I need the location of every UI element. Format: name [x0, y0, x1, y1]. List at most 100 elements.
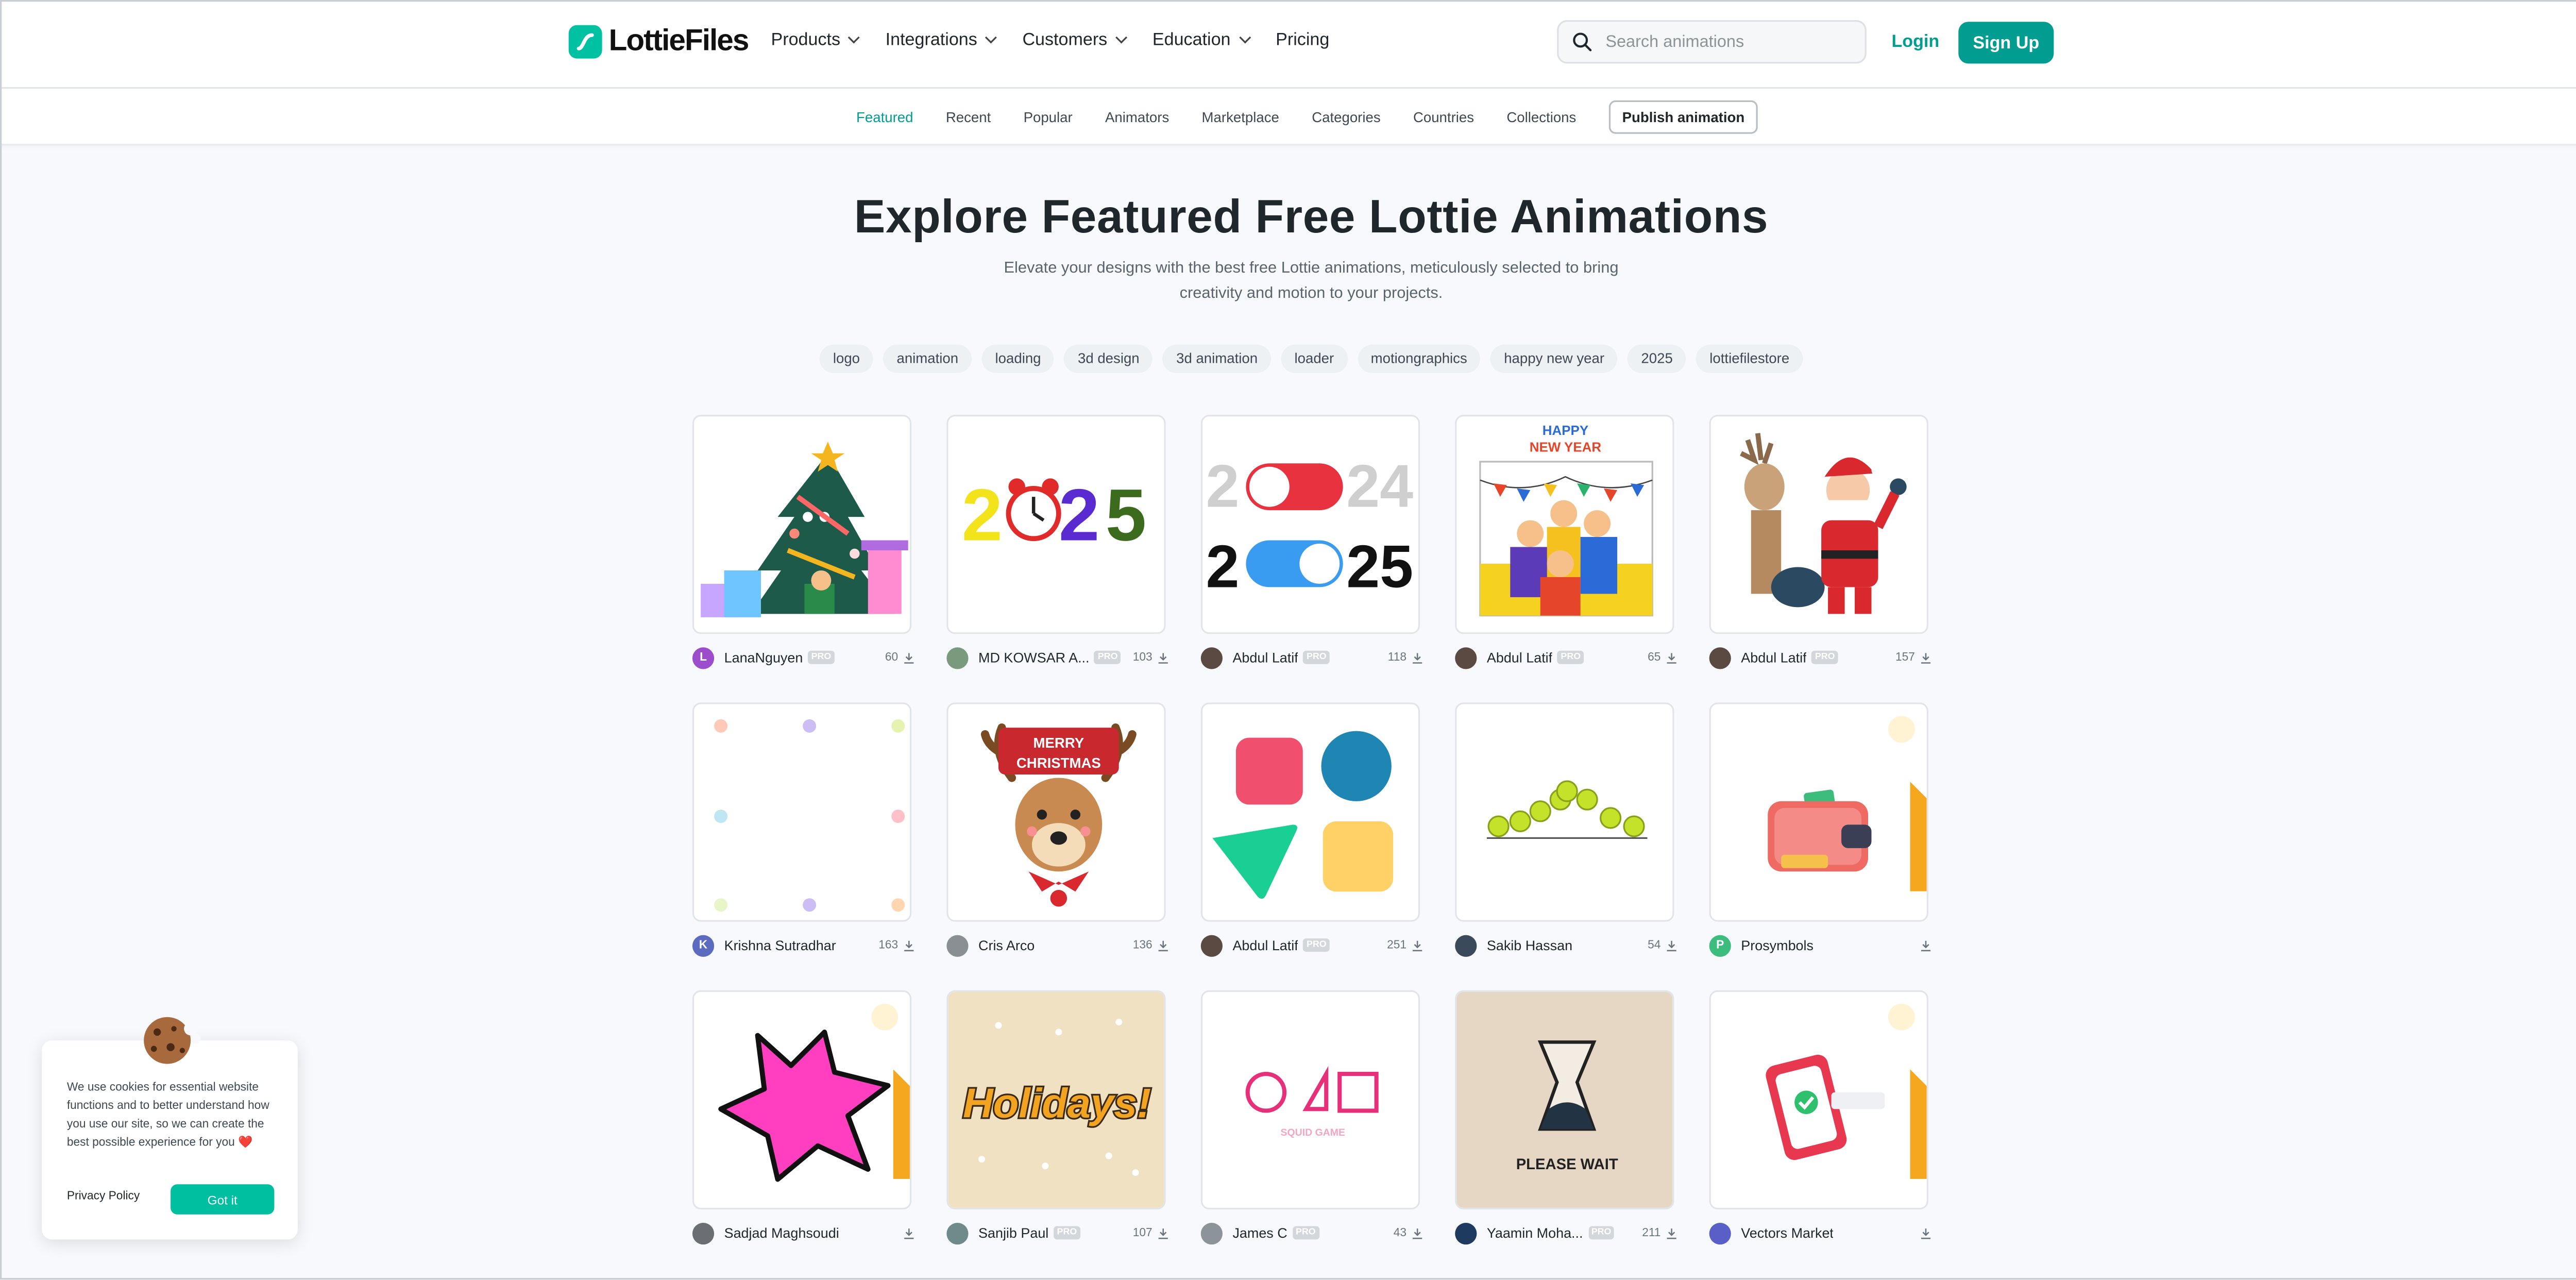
subnav-featured[interactable]: Featured: [856, 108, 913, 124]
tag-chip[interactable]: 3d animation: [1163, 344, 1272, 373]
avatar[interactable]: [1709, 1222, 1731, 1244]
animation-card-please-wait[interactable]: PLEASE WAIT: [1455, 990, 1674, 1210]
subnav-categories[interactable]: Categories: [1312, 108, 1380, 124]
avatar[interactable]: [946, 646, 969, 668]
nav-education[interactable]: Education: [1153, 30, 1251, 50]
avatar[interactable]: [1455, 934, 1477, 956]
download-count[interactable]: 251: [1387, 939, 1423, 951]
search-input[interactable]: [1602, 31, 1860, 53]
download-count[interactable]: 43: [1394, 1227, 1423, 1239]
download-count-value: 43: [1393, 1227, 1407, 1239]
pro-badge: PRO: [1303, 650, 1330, 664]
download-count[interactable]: 118: [1388, 651, 1423, 663]
login-link[interactable]: Login: [1891, 32, 1939, 52]
tag-chip[interactable]: animation: [883, 344, 972, 373]
author-name[interactable]: James C: [1232, 1224, 1287, 1241]
download-count[interactable]: 103: [1133, 651, 1169, 663]
subnav-recent[interactable]: Recent: [946, 108, 991, 124]
signup-button[interactable]: Sign Up: [1958, 22, 2054, 64]
download-count[interactable]: 54: [1648, 939, 1677, 951]
animation-card-toggle-2025[interactable]: 2 24 2 25: [1200, 415, 1420, 634]
tag-chip[interactable]: happy new year: [1490, 344, 1618, 373]
animation-card-happy-new-year[interactable]: HAPPY NEW YEAR: [1455, 415, 1674, 634]
download-count[interactable]: 107: [1133, 1227, 1169, 1239]
author-name[interactable]: Abdul Latif: [1232, 937, 1298, 953]
animation-card-christmas-tree[interactable]: [692, 415, 912, 634]
author-name[interactable]: Vectors Market: [1741, 1224, 1834, 1241]
author-name[interactable]: MD KOWSAR A...: [978, 649, 1090, 666]
animation-card-wallet[interactable]: [1709, 702, 1928, 922]
avatar[interactable]: [1455, 646, 1477, 668]
author-name[interactable]: Sanjib Paul: [978, 1224, 1048, 1241]
tag-chip[interactable]: motiongraphics: [1357, 344, 1481, 373]
animation-card-squid-game[interactable]: SQUID GAME: [1200, 990, 1420, 1210]
author-name[interactable]: Krishna Sutradhar: [724, 937, 836, 953]
author-name[interactable]: Sakib Hassan: [1487, 937, 1572, 953]
author-name[interactable]: Prosymbols: [1741, 937, 1814, 953]
animation-card-alarm-2025[interactable]: 2 2 5: [946, 415, 1166, 634]
subnav-countries[interactable]: Countries: [1413, 108, 1474, 124]
tag-chip[interactable]: logo: [819, 344, 874, 373]
animation-card-balls-loader[interactable]: [1455, 702, 1674, 922]
nav-products[interactable]: Products: [771, 30, 861, 50]
author-name[interactable]: Abdul Latif: [1741, 649, 1806, 666]
download-icon: [904, 940, 914, 951]
download-count[interactable]: [1915, 939, 1931, 951]
animation-preview: [694, 704, 910, 920]
author-name[interactable]: LanaNguyen: [724, 649, 803, 666]
nav-customers[interactable]: Customers: [1022, 30, 1128, 50]
download-count[interactable]: [898, 1227, 914, 1239]
subnav-collections[interactable]: Collections: [1506, 108, 1576, 124]
avatar[interactable]: [946, 934, 969, 956]
avatar[interactable]: [692, 1222, 715, 1244]
download-count-value: 118: [1387, 651, 1407, 664]
avatar[interactable]: [946, 1222, 969, 1244]
author-name[interactable]: Sadjad Maghsoudi: [724, 1224, 839, 1241]
nav-products-label: Products: [771, 30, 841, 50]
subnav-popular[interactable]: Popular: [1024, 108, 1073, 124]
tag-chip[interactable]: 2025: [1628, 344, 1686, 373]
search-box[interactable]: [1557, 20, 1867, 64]
animation-card-phone-check[interactable]: [1709, 990, 1928, 1210]
download-count[interactable]: 136: [1133, 939, 1169, 951]
author-name[interactable]: Yaamin Moha...: [1487, 1224, 1583, 1241]
avatar[interactable]: P: [1709, 934, 1731, 956]
download-count[interactable]: 163: [878, 939, 914, 951]
avatar[interactable]: [1200, 934, 1223, 956]
author-name[interactable]: Cris Arco: [978, 937, 1035, 953]
author-name[interactable]: Abdul Latif: [1487, 649, 1552, 666]
animation-card-dots-loader[interactable]: [692, 702, 912, 922]
cookie-accept-button[interactable]: Got it: [171, 1184, 275, 1215]
nav-integrations[interactable]: Integrations: [886, 30, 997, 50]
download-count[interactable]: 60: [885, 651, 915, 663]
tag-chip[interactable]: loading: [981, 344, 1055, 373]
avatar[interactable]: K: [692, 934, 715, 956]
pro-badge: PRO: [808, 650, 835, 664]
publish-animation-button[interactable]: Publish animation: [1608, 99, 1758, 133]
download-count[interactable]: [1915, 1227, 1931, 1239]
author-name[interactable]: Abdul Latif: [1232, 649, 1298, 666]
download-count[interactable]: 211: [1642, 1227, 1677, 1239]
animation-card-pink-burst[interactable]: [692, 990, 912, 1210]
avatar[interactable]: [1200, 1222, 1223, 1244]
animation-card-merry-christmas-reindeer[interactable]: MERRY CHRISTMAS: [946, 702, 1166, 922]
avatar[interactable]: [1200, 646, 1223, 668]
animation-card-holidays[interactable]: Holidays!: [946, 990, 1166, 1210]
download-count[interactable]: 157: [1895, 651, 1931, 663]
subnav-animators[interactable]: Animators: [1105, 108, 1169, 124]
tag-chip[interactable]: loader: [1281, 344, 1348, 373]
animation-card-santa-reindeer[interactable]: [1709, 415, 1928, 634]
download-icon: [904, 652, 914, 663]
download-icon: [1921, 940, 1931, 951]
avatar[interactable]: [1455, 1222, 1477, 1244]
privacy-policy-link[interactable]: Privacy Policy: [67, 1191, 140, 1203]
tag-chip[interactable]: lottiefilestore: [1696, 344, 1803, 373]
nav-pricing[interactable]: Pricing: [1276, 30, 1329, 50]
tag-chip[interactable]: 3d design: [1064, 344, 1153, 373]
animation-card-shapes[interactable]: [1200, 702, 1420, 922]
avatar[interactable]: L: [692, 646, 715, 668]
avatar[interactable]: [1709, 646, 1731, 668]
subnav-marketplace[interactable]: Marketplace: [1202, 108, 1279, 124]
download-count[interactable]: 65: [1648, 651, 1677, 663]
lottiefiles-logo[interactable]: LottieFiles: [568, 23, 749, 58]
